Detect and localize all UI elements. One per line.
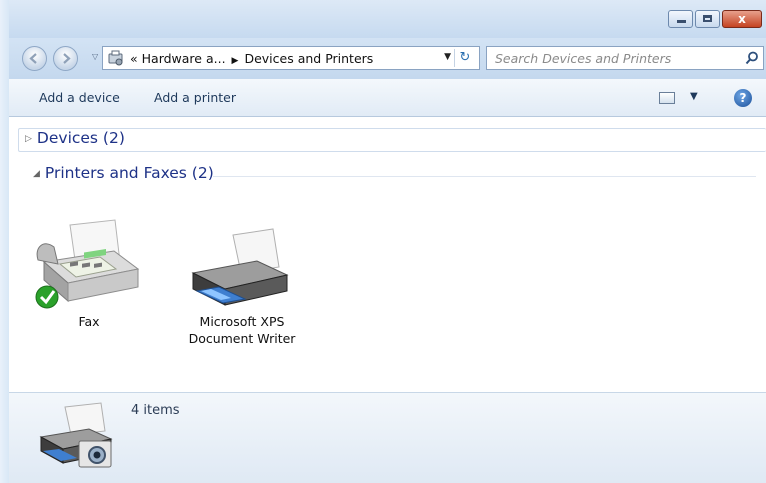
group-printers-label: Printers and Faxes (2) — [44, 164, 214, 182]
printer-icon — [191, 228, 289, 306]
navigation-bar: ▽ « Hardware a... ▶ Devices and Printers ▼… — [9, 38, 766, 79]
window-controls: x — [666, 10, 762, 28]
add-printer-button[interactable]: Add a printer — [154, 90, 236, 105]
devices-and-printers-icon — [39, 402, 113, 468]
title-bar[interactable]: x — [9, 0, 766, 38]
device-item-label-line2: Document Writer — [188, 331, 296, 346]
address-bar[interactable]: « Hardware a... ▶ Devices and Printers ▼ ↻ — [102, 46, 480, 70]
items-view[interactable]: ▷ Devices (2) ◢ Printers and Faxes (2) F… — [9, 117, 766, 392]
group-header-devices[interactable]: ▷ Devices (2) — [18, 128, 766, 152]
forward-button[interactable] — [53, 46, 78, 71]
change-view-icon[interactable] — [659, 92, 675, 104]
minimize-button[interactable] — [668, 10, 693, 28]
maximize-icon — [703, 15, 712, 22]
explorer-window: x ▽ « Hardware a... ▶ Devices and Printers… — [0, 0, 766, 483]
minimize-icon — [677, 20, 686, 23]
maximize-button[interactable] — [695, 10, 720, 28]
control-panel-icon — [108, 50, 123, 66]
collapse-arrow-icon[interactable]: ◢ — [33, 169, 40, 179]
group-header-printers-and-faxes[interactable]: ◢ Printers and Faxes (2) — [18, 164, 766, 188]
back-arrow-icon — [29, 53, 37, 64]
details-pane: 4 items — [9, 392, 766, 483]
search-box[interactable]: Search Devices and Printers — [486, 46, 764, 70]
search-icon[interactable] — [745, 51, 759, 65]
group-divider — [213, 176, 756, 177]
forward-arrow-icon — [63, 53, 71, 64]
item-count: 4 items — [131, 403, 180, 418]
fax-icon — [35, 219, 140, 309]
refresh-button[interactable]: ↻ — [454, 49, 475, 67]
breadcrumb-hardware[interactable]: Hardware a... — [142, 51, 226, 66]
recent-pages-dropdown[interactable]: ▽ — [92, 52, 98, 61]
device-item-fax[interactable]: Fax — [29, 217, 149, 330]
device-item-label: Fax — [78, 314, 100, 329]
view-options-dropdown[interactable]: ▼ — [690, 91, 698, 102]
search-placeholder[interactable]: Search Devices and Printers — [495, 51, 671, 66]
breadcrumb-overflow[interactable]: « — [130, 51, 138, 66]
breadcrumb-devices-and-printers[interactable]: Devices and Printers — [244, 51, 373, 66]
device-item-microsoft-xps-document-writer[interactable]: Microsoft XPS Document Writer — [182, 217, 302, 347]
help-icon[interactable]: ? — [734, 89, 752, 107]
add-device-button[interactable]: Add a device — [39, 90, 120, 105]
breadcrumb-separator[interactable]: ▶ — [232, 56, 239, 66]
device-item-label-line1: Microsoft XPS — [199, 314, 285, 329]
close-button[interactable]: x — [722, 10, 762, 28]
breadcrumb: « Hardware a... ▶ Devices and Printers — [130, 51, 373, 66]
group-devices-label: Devices (2) — [36, 129, 125, 147]
address-dropdown[interactable]: ▼ — [444, 52, 451, 62]
expand-arrow-icon[interactable]: ▷ — [25, 134, 32, 144]
back-button[interactable] — [22, 46, 47, 71]
close-icon: x — [738, 12, 746, 26]
command-bar: Add a device Add a printer ▼ ? — [9, 79, 766, 117]
